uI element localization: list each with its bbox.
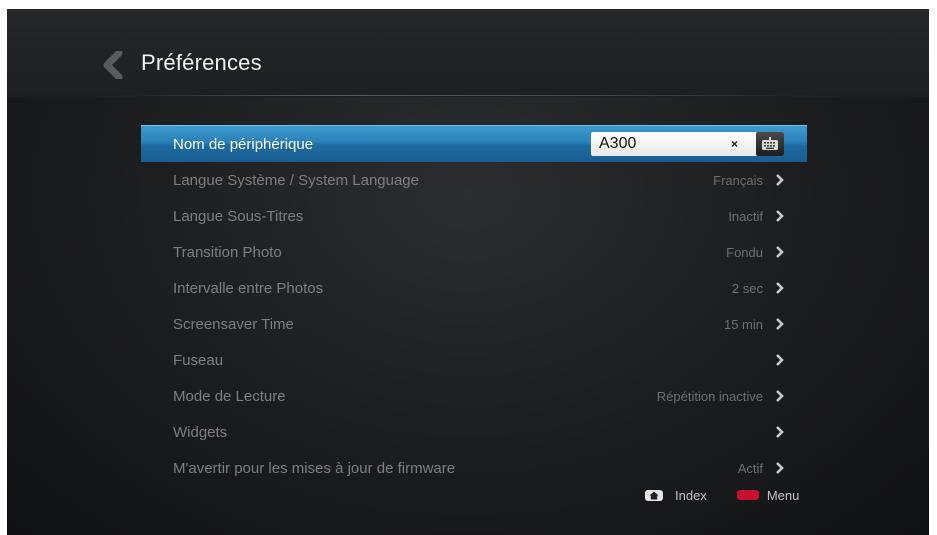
- row-playback-mode[interactable]: Mode de Lecture Répétition inactive: [141, 378, 807, 414]
- chevron-right-icon: [776, 246, 784, 258]
- row-value: 2 sec: [731, 280, 763, 296]
- chevron-right-icon: [776, 426, 784, 438]
- chevron-right-icon: [776, 174, 784, 186]
- back-arrow-icon[interactable]: [101, 51, 123, 79]
- row-value: Répétition inactive: [656, 388, 763, 404]
- keyboard-icon: [762, 137, 778, 150]
- chevron-right-icon: [776, 318, 784, 330]
- row-label: Langue Système / System Language: [173, 171, 419, 189]
- index-button[interactable]: [645, 489, 663, 501]
- row-value: 15 min: [723, 316, 763, 332]
- row-timezone[interactable]: Fuseau: [141, 342, 807, 378]
- row-value: Inactif: [728, 208, 763, 224]
- index-label: Index: [675, 487, 707, 503]
- keyboard-button[interactable]: [756, 132, 784, 156]
- row-label: Screensaver Time: [173, 315, 294, 333]
- chevron-right-icon: [776, 462, 784, 474]
- row-value: Fondu: [726, 244, 763, 260]
- row-subtitle-language[interactable]: Langue Sous-Titres Inactif: [141, 198, 807, 234]
- row-label: Widgets: [173, 423, 228, 441]
- row-label: Langue Sous-Titres: [173, 207, 304, 225]
- menu-button[interactable]: [736, 490, 759, 500]
- row-value: Actif: [737, 460, 763, 476]
- home-icon: [649, 491, 659, 499]
- row-label: Nom de périphérique: [173, 135, 314, 153]
- row-screensaver-time[interactable]: Screensaver Time 15 min: [141, 306, 807, 342]
- menu-label: Menu: [766, 487, 800, 503]
- chevron-right-icon: [776, 210, 784, 222]
- header-divider: [117, 95, 817, 96]
- row-label: Transition Photo: [173, 243, 282, 261]
- row-device-name[interactable]: Nom de périphérique A300 ×: [141, 125, 807, 162]
- row-label: M'avertir pour les mises à jour de firmw…: [173, 459, 456, 477]
- row-label: Fuseau: [173, 351, 224, 369]
- footer-hints: Index Menu: [645, 487, 799, 503]
- row-firmware-alerts[interactable]: M'avertir pour les mises à jour de firmw…: [141, 450, 807, 486]
- row-label: Intervalle entre Photos: [173, 279, 324, 297]
- chevron-right-icon: [776, 354, 784, 366]
- row-widgets[interactable]: Widgets: [141, 414, 807, 450]
- row-label: Mode de Lecture: [173, 387, 286, 405]
- row-system-language[interactable]: Langue Système / System Language Françai…: [141, 162, 807, 198]
- row-photo-transition[interactable]: Transition Photo Fondu: [141, 234, 807, 270]
- device-name-input[interactable]: A300 ×: [591, 132, 784, 156]
- chevron-right-icon: [776, 390, 784, 402]
- row-value: Français: [713, 172, 763, 188]
- row-photo-interval[interactable]: Intervalle entre Photos 2 sec: [141, 270, 807, 306]
- device-name-value: A300: [599, 135, 637, 152]
- page-title: Préférences: [141, 50, 262, 75]
- preferences-list: Nom de périphérique A300 × Langue Systèm…: [141, 125, 807, 486]
- clear-icon[interactable]: ×: [731, 137, 738, 151]
- chevron-right-icon: [776, 282, 784, 294]
- screen: Préférences Nom de périphérique A300 × L…: [7, 9, 929, 535]
